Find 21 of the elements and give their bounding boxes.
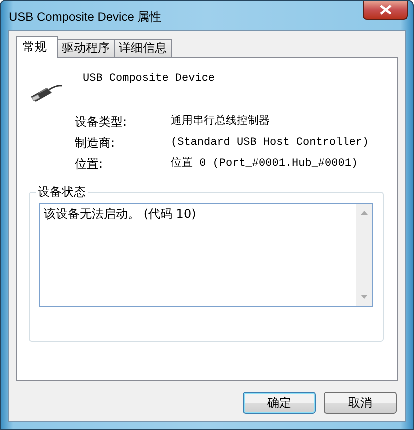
close-button[interactable] — [363, 1, 408, 20]
tab[interactable]: 详细信息 — [114, 39, 172, 57]
scroll-up-icon — [360, 211, 368, 215]
device-name: USB Composite Device — [83, 73, 216, 85]
window-title: USB Composite Device 属性 — [9, 9, 162, 26]
scroll-down-icon — [360, 295, 368, 299]
scrollbar[interactable] — [356, 204, 372, 306]
ok-button[interactable]: 确定 — [243, 392, 316, 414]
status-text-field[interactable]: 该设备无法启动。 (代码 10) — [39, 203, 373, 307]
cancel-button[interactable]: 取消 — [324, 392, 397, 414]
property-value: (Standard USB Host Controller) — [171, 136, 370, 151]
tab[interactable]: 驱动程序 — [57, 39, 115, 57]
property-label: 位置: — [75, 156, 104, 172]
property-value: 通用串行总线控制器 — [171, 114, 271, 130]
property-label: 制造商: — [75, 135, 116, 151]
property-label: 设备类型: — [75, 114, 128, 130]
close-icon — [380, 5, 392, 15]
group-title: 设备状态 — [36, 184, 88, 200]
tab[interactable]: 常规 — [16, 36, 58, 58]
property-value: 位置 0 (Port_#0001.Hub_#0001) — [171, 156, 360, 172]
usb-plug-icon — [29, 83, 63, 105]
